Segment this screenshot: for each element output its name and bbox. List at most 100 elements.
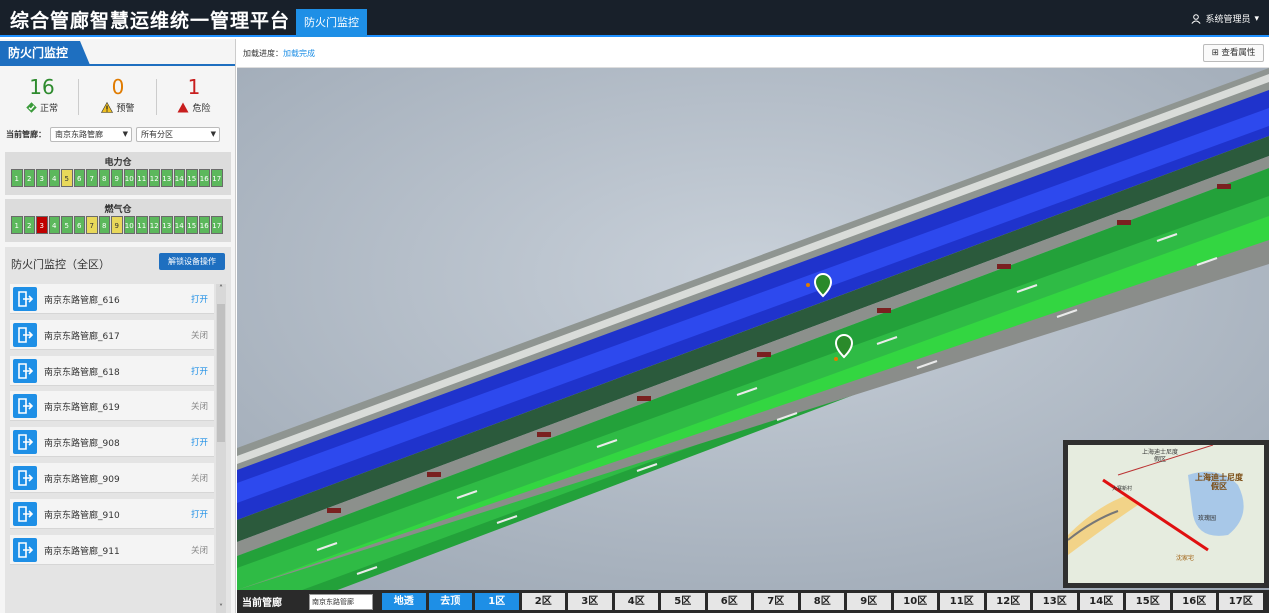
- zone-cell[interactable]: 8: [98, 169, 110, 187]
- zone-cell[interactable]: 4: [48, 169, 60, 187]
- danger-triangle-icon: [177, 102, 189, 113]
- door-exit-icon: [13, 501, 37, 526]
- zone-button-9[interactable]: 9区: [847, 593, 891, 610]
- chevron-up-icon[interactable]: ˄: [216, 284, 226, 294]
- chevron-down-icon[interactable]: ˅: [216, 603, 226, 613]
- zone-button-8[interactable]: 8区: [800, 593, 844, 610]
- stat-warning: 0 预警: [88, 75, 148, 114]
- zone-button-2[interactable]: 2区: [521, 593, 565, 610]
- pipe-filter-row: 当前管廊： 南京东路管廊 ▼ 所有分区 ▼: [6, 127, 220, 142]
- zone-cell[interactable]: 17: [211, 216, 223, 234]
- zone-button-1[interactable]: 1区: [475, 593, 519, 610]
- stat-normal-label: 正常: [39, 104, 58, 114]
- zone-cell[interactable]: 7: [86, 216, 98, 234]
- warning-triangle-icon: [101, 102, 114, 113]
- zone-cell[interactable]: 6: [73, 169, 85, 187]
- zone-button-5[interactable]: 5区: [661, 593, 705, 610]
- list-scrollbar[interactable]: ˄ ˅: [216, 284, 226, 613]
- unlock-device-button[interactable]: 解锁设备操作: [159, 253, 225, 270]
- map-label: 上海迪士尼度假区: [1195, 473, 1243, 491]
- user-menu[interactable]: 系统管理员 ▾: [1191, 12, 1259, 25]
- zone-cell[interactable]: 16: [198, 216, 210, 234]
- stat-warning-label: 预警: [116, 104, 135, 114]
- zone-cell[interactable]: 11: [136, 216, 148, 234]
- zone-cell[interactable]: 7: [86, 169, 98, 187]
- zone-button-4[interactable]: 4区: [614, 593, 658, 610]
- map-label: 玫瑰园: [1198, 515, 1217, 522]
- zone-cell[interactable]: 5: [61, 216, 73, 234]
- map-label: 上海迪士尼度假区: [1141, 449, 1178, 463]
- door-exit-icon: [13, 466, 37, 490]
- panel-title-underline: [0, 64, 235, 66]
- zone-cell[interactable]: 5: [61, 169, 73, 187]
- tab-fire-door-monitor[interactable]: 防火门监控: [296, 9, 367, 37]
- zone-cells: 1 2 3 4 5 6 7 8 9 10 11 12 13 14 15 16 17: [5, 169, 231, 187]
- zone-cell[interactable]: 15: [186, 169, 198, 187]
- door-row[interactable]: 南京东路管廊_618 打开: [10, 355, 214, 386]
- door-status: 打开: [190, 509, 208, 520]
- marker-dot: [834, 357, 838, 361]
- zone-cell[interactable]: 10: [123, 169, 135, 187]
- zone-cell[interactable]: 4: [48, 216, 60, 234]
- fire-door-list: 防火门监控（全区） 解锁设备操作 南京东路管廊_616 打开 南京东路管廊_617 关…: [5, 247, 231, 613]
- zone-cell[interactable]: 9: [111, 216, 123, 234]
- zone-button-17[interactable]: 17区: [1219, 593, 1263, 610]
- zone-cell[interactable]: 1: [11, 216, 23, 234]
- door-row[interactable]: 南京东路管廊_617 关闭: [10, 319, 214, 350]
- panel-title: 防火门监控: [0, 41, 90, 65]
- user-icon: [1191, 13, 1202, 24]
- zone-cell[interactable]: 13: [161, 216, 173, 234]
- zone-button-13[interactable]: 13区: [1033, 593, 1077, 610]
- zone-cell[interactable]: 14: [173, 169, 185, 187]
- zone-cell[interactable]: 9: [111, 169, 123, 187]
- zone-button-15[interactable]: 15区: [1126, 593, 1170, 610]
- zone-button-16[interactable]: 16区: [1172, 593, 1216, 610]
- zone-button-7[interactable]: 7区: [754, 593, 798, 610]
- minimap-map[interactable]: 上海迪士尼度假区 上海迪士尼度假区 玫瑰园 沈家宅 大寨新村: [1068, 445, 1264, 583]
- door-name: 南京东路管廊_619: [44, 403, 120, 414]
- zone-cell[interactable]: 16: [198, 169, 210, 187]
- zone-cell[interactable]: 13: [161, 169, 173, 187]
- ground-transparent-button[interactable]: 地透: [382, 593, 426, 610]
- door-row[interactable]: 南京东路管廊_616 打开: [10, 284, 214, 314]
- zone-cell[interactable]: 12: [148, 169, 160, 187]
- door-row[interactable]: 南京东路管廊_909 关闭: [10, 463, 214, 493]
- pipe-select[interactable]: 南京东路管廊 ▼: [50, 127, 132, 142]
- zone-cell[interactable]: 15: [186, 216, 198, 234]
- zone-cell[interactable]: 1: [11, 169, 23, 187]
- zone-select[interactable]: 所有分区 ▼: [136, 127, 220, 142]
- view-properties-button[interactable]: ⊞ 查看属性: [1203, 44, 1264, 62]
- door-status: 关闭: [190, 402, 208, 413]
- zone-cell[interactable]: 17: [211, 169, 223, 187]
- door-row[interactable]: 南京东路管廊_911 关闭: [10, 534, 214, 565]
- zone-cell[interactable]: 14: [173, 216, 185, 234]
- left-panel: 防火门监控 16 正常 0 预警 1 危险 当前管廊： 南京东路管廊 ▼ 所有分区…: [0, 39, 236, 613]
- zone-cell[interactable]: 6: [73, 216, 85, 234]
- zone-cell[interactable]: 2: [23, 169, 35, 187]
- zone-cell[interactable]: 8: [98, 216, 110, 234]
- door-row[interactable]: 南京东路管廊_619 关闭: [10, 391, 214, 422]
- stat-normal: 16 正常: [12, 75, 72, 114]
- stat-warning-count: 0: [111, 75, 125, 99]
- zone-button-3[interactable]: 3区: [568, 593, 612, 610]
- zone-cell[interactable]: 3: [36, 169, 48, 187]
- minimap[interactable]: 上海迪士尼度假区 上海迪士尼度假区 玫瑰园 沈家宅 大寨新村: [1063, 440, 1269, 588]
- door-row[interactable]: 南京东路管廊_908 打开: [10, 427, 214, 458]
- zone-cell[interactable]: 3: [36, 216, 48, 234]
- zone-button-14[interactable]: 14区: [1079, 593, 1123, 610]
- zone-button-11[interactable]: 11区: [940, 593, 984, 610]
- scrollbar-thumb[interactable]: [217, 304, 225, 442]
- zone-cell[interactable]: 11: [136, 169, 148, 187]
- zone-cell[interactable]: 2: [23, 216, 35, 234]
- remove-roof-button[interactable]: 去顶: [428, 593, 472, 610]
- zone-cell[interactable]: 12: [148, 216, 160, 234]
- bottom-select-value: 南京东路管廊: [312, 597, 354, 606]
- zone-cell[interactable]: 10: [123, 216, 135, 234]
- bottom-pipe-select[interactable]: 南京东路管廊: [309, 593, 373, 610]
- zone-button-6[interactable]: 6区: [707, 593, 751, 610]
- zone-button-12[interactable]: 12区: [986, 593, 1030, 610]
- door-row[interactable]: 南京东路管廊_910 打开: [10, 498, 214, 529]
- door-exit-icon: [13, 358, 37, 383]
- zone-button-10[interactable]: 10区: [893, 593, 937, 610]
- door-name: 南京东路管廊_617: [44, 331, 120, 342]
